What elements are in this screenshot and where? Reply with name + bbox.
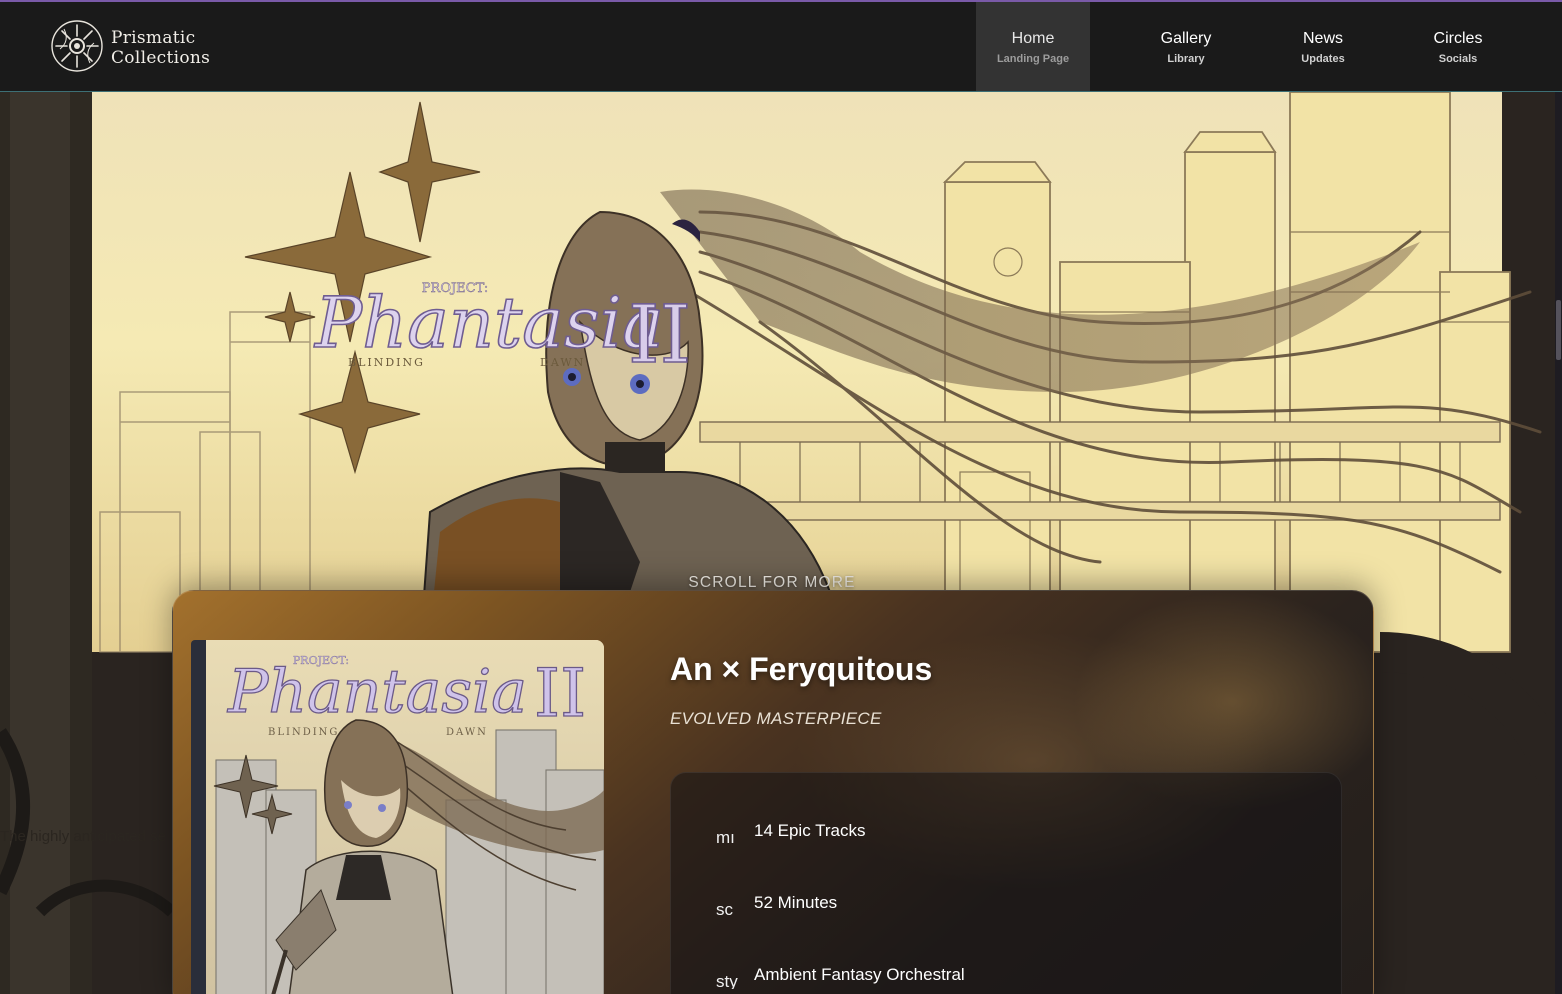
album-cover-art: PROJECT: Phantasia II BLINDING DAWN bbox=[206, 640, 604, 994]
clock-icon: sc bbox=[716, 900, 733, 917]
album-details-panel: mı 14 Epic Tracks sc 52 Minutes sty Ambi… bbox=[670, 772, 1342, 994]
nav-circles-label: Circles bbox=[1433, 29, 1483, 47]
detail-style: Ambient Fantasy Orchestral bbox=[754, 965, 965, 984]
cover-logo-numeral: II bbox=[534, 655, 586, 732]
album-card: PROJECT: Phantasia II BLINDING DAWN An ×… bbox=[172, 590, 1374, 994]
brand-name[interactable]: Prismatic Collections bbox=[111, 28, 210, 68]
sun-burst-logo-icon[interactable] bbox=[50, 19, 104, 73]
site-header: Prismatic Collections Home Landing Page … bbox=[0, 2, 1562, 92]
hero-logo-left-word: BLINDING bbox=[348, 356, 425, 369]
style-icon: sty bbox=[716, 972, 738, 989]
detail-row-duration: sc 52 Minutes bbox=[671, 891, 1341, 931]
album-spine bbox=[191, 640, 207, 994]
nav-circles[interactable]: Circles Socials bbox=[1416, 2, 1500, 91]
nav-news[interactable]: News Updates bbox=[1285, 2, 1361, 91]
album-cover-illustration: PROJECT: Phantasia II BLINDING DAWN bbox=[206, 640, 604, 994]
hero-logo-right-word: DAWN bbox=[540, 356, 585, 369]
brand-line-2: Collections bbox=[111, 48, 211, 68]
music-note-icon: mı bbox=[716, 828, 735, 845]
scrollbar-thumb[interactable] bbox=[1556, 300, 1561, 360]
nav-gallery-sub: Library bbox=[1167, 52, 1205, 65]
detail-duration: 52 Minutes bbox=[754, 893, 838, 912]
nav-news-sub: Updates bbox=[1301, 52, 1345, 65]
nav-home-label: Home bbox=[1011, 29, 1055, 47]
detail-row-style: sty Ambient Fantasy Orchestral bbox=[671, 963, 1341, 994]
page-scrollbar[interactable] bbox=[1555, 92, 1562, 994]
hero-logo-name: Phantasia bbox=[313, 282, 664, 364]
detail-row-tracks: mı 14 Epic Tracks bbox=[671, 819, 1341, 859]
hero-section: PROJECT: Phantasia II BLINDING DAWN SCRO… bbox=[0, 92, 1562, 994]
nav-gallery[interactable]: Gallery Library bbox=[1140, 2, 1232, 91]
hero-logo-numeral: II bbox=[628, 288, 691, 381]
hero-tagline: The highly anticipated se bbox=[0, 828, 166, 845]
album-title: An × Feryquitous bbox=[670, 651, 933, 687]
nav-home[interactable]: Home Landing Page bbox=[976, 2, 1090, 91]
cover-logo-name: Phantasia bbox=[227, 657, 527, 727]
album-cover-case[interactable]: PROJECT: Phantasia II BLINDING DAWN bbox=[191, 640, 606, 994]
cover-logo-left-word: BLINDING bbox=[268, 727, 339, 738]
album-subtitle: EVOLVED MASTERPIECE bbox=[670, 709, 882, 728]
cover-logo-right-word: DAWN bbox=[446, 727, 488, 738]
detail-tracks: 14 Epic Tracks bbox=[754, 821, 866, 840]
nav-home-sub: Landing Page bbox=[996, 52, 1070, 65]
nav-circles-sub: Socials bbox=[1438, 52, 1478, 65]
brand-line-1: Prismatic bbox=[111, 28, 196, 48]
nav-gallery-label: Gallery bbox=[1160, 29, 1212, 47]
nav-news-label: News bbox=[1302, 29, 1343, 47]
